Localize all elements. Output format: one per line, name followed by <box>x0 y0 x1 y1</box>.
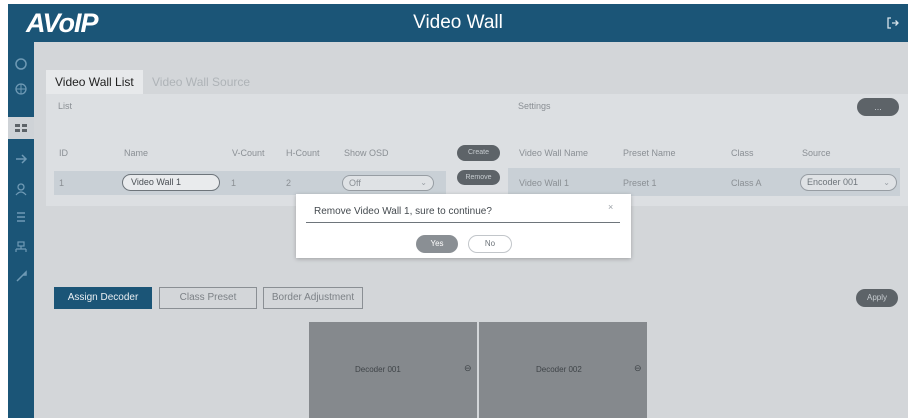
sidebar-network-icon[interactable] <box>14 240 28 254</box>
dialog-divider <box>306 222 620 223</box>
show-osd-select[interactable]: Off ⌄ <box>342 175 434 191</box>
create-button[interactable]: Create <box>457 145 500 161</box>
row-video-wall-name: Video Wall 1 <box>519 178 570 188</box>
remove-button[interactable]: Remove <box>457 170 500 185</box>
logo: AVoIP <box>26 8 99 38</box>
wall-name-input[interactable]: Video Wall 1 <box>122 174 220 191</box>
column-header-show-osd: Show OSD <box>344 148 389 158</box>
dialog-message: Remove Video Wall 1, sure to continue? <box>314 206 492 217</box>
logout-icon[interactable] <box>885 15 901 31</box>
row-id: 1 <box>59 178 65 188</box>
column-header-name: Name <box>124 148 149 158</box>
column-header-preset-name: Preset Name <box>623 148 676 158</box>
sidebar-user-icon[interactable] <box>14 182 28 196</box>
sidebar-dashboard-icon[interactable] <box>14 57 28 71</box>
sidebar-globe-icon[interactable] <box>14 82 28 96</box>
column-header-h-count: H-Count <box>286 148 320 158</box>
sidebar-video-wall-item[interactable] <box>8 117 34 139</box>
sidebar-settings-icon[interactable] <box>14 210 28 224</box>
settings-label: Settings <box>518 101 551 111</box>
no-button[interactable]: No <box>468 235 512 253</box>
confirm-dialog: Remove Video Wall 1, sure to continue? ×… <box>296 194 631 258</box>
source-value: Encoder 001 <box>807 177 859 187</box>
decoder-tile[interactable]: Decoder 002 ⊖ <box>479 322 647 418</box>
remove-circle-icon[interactable]: ⊖ <box>634 363 642 374</box>
decoder-label: Decoder 002 <box>536 365 582 374</box>
sidebar-tools-icon[interactable] <box>14 270 28 284</box>
table-row[interactable]: Video Wall 1 Preset 1 Class A Encoder 00… <box>508 168 900 196</box>
yes-button[interactable]: Yes <box>416 235 458 253</box>
class-preset-tab[interactable]: Class Preset <box>159 287 257 309</box>
decoder-tile[interactable]: Decoder 001 ⊖ <box>309 322 477 418</box>
settings-button[interactable]: ... <box>857 98 899 116</box>
apply-button[interactable]: Apply <box>856 289 898 307</box>
close-icon[interactable]: × <box>608 202 613 212</box>
tab-video-wall-source[interactable]: Video Wall Source <box>143 70 259 94</box>
chevron-down-icon: ⌄ <box>883 178 890 187</box>
top-bar: Video Wall AVoIP <box>8 4 908 42</box>
show-osd-value: Off <box>349 178 361 188</box>
border-adjustment-tab[interactable]: Border Adjustment <box>263 287 363 309</box>
assign-decoder-tab[interactable]: Assign Decoder <box>54 287 152 309</box>
row-v-count[interactable]: 1 <box>231 178 236 188</box>
source-select[interactable]: Encoder 001 ⌄ <box>800 174 897 191</box>
column-header-id: ID <box>59 148 68 158</box>
row-class: Class A <box>731 178 762 188</box>
decoder-label: Decoder 001 <box>355 365 401 374</box>
page-title: Video Wall <box>413 12 503 33</box>
list-label: List <box>58 101 73 111</box>
sidebar-route-icon[interactable] <box>14 152 28 166</box>
row-preset-name: Preset 1 <box>623 178 657 188</box>
table-row[interactable]: 1 Video Wall 1 1 2 Off ⌄ <box>54 171 446 195</box>
sidebar <box>8 42 34 418</box>
column-header-video-wall-name: Video Wall Name <box>519 148 589 158</box>
remove-circle-icon[interactable]: ⊖ <box>464 363 472 374</box>
row-h-count[interactable]: 2 <box>286 178 291 188</box>
chevron-down-icon: ⌄ <box>420 178 427 187</box>
tab-video-wall-list[interactable]: Video Wall List <box>46 70 143 94</box>
column-header-v-count: V-Count <box>232 148 265 158</box>
column-header-source: Source <box>802 148 831 158</box>
column-header-class: Class <box>731 148 754 158</box>
